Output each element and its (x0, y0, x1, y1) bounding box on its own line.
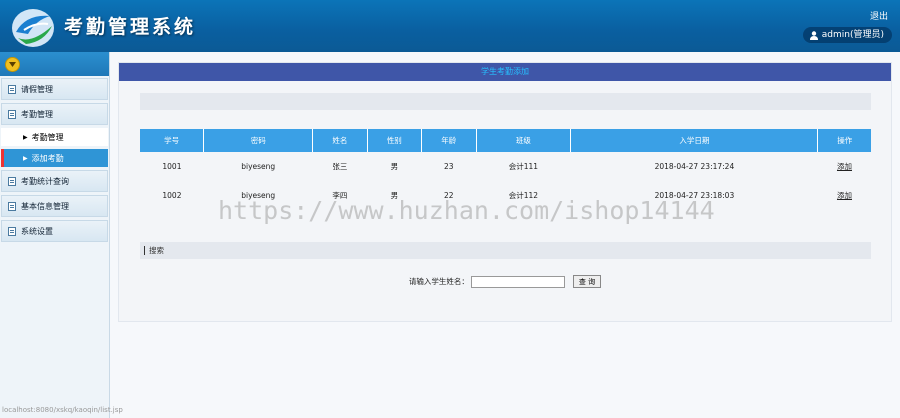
page-title: 学生考勤添加 (119, 63, 891, 81)
sidebar-item-label: 基本信息管理 (21, 201, 69, 211)
sidebar-item-attendance-statistics[interactable]: 考勤统计查询 (1, 170, 108, 192)
cell-name: 张三 (332, 162, 348, 171)
arrow-right-icon: ▶ (23, 154, 28, 162)
cell-class: 会计111 (508, 162, 539, 171)
sidebar-item-leave-management[interactable]: 请假管理 (1, 78, 108, 100)
watermark-text: https://www.huzhan.com/ishop14144 (218, 196, 715, 225)
table-row: 1001 biyeseng 张三 男 23 会计111 2018-04-27 2… (140, 152, 871, 181)
table-header-row: 学号 密码 姓名 性别 年龄 班级 入学日期 操作 (140, 129, 871, 152)
column-header: 学号 (140, 129, 205, 152)
sidebar-item-label: 请假管理 (21, 84, 53, 94)
sidebar-item-basic-info[interactable]: 基本信息管理 (1, 195, 108, 217)
cell-student-id: 1001 (162, 162, 182, 171)
column-header: 操作 (817, 129, 871, 152)
user-badge[interactable]: admin(管理员) (802, 27, 892, 43)
document-icon (8, 84, 16, 94)
sidebar-item-label: 考勤管理 (31, 132, 64, 142)
logo-icon (12, 9, 54, 47)
sidebar-item-attendance-management[interactable]: 考勤管理 (1, 103, 108, 125)
sidebar-item-label: 考勤管理 (21, 109, 53, 119)
sidebar-item-label: 系统设置 (21, 226, 53, 236)
query-button[interactable]: 查 询 (572, 275, 602, 288)
user-icon (809, 30, 818, 40)
column-header: 密码 (203, 129, 314, 152)
column-header: 入学日期 (570, 129, 819, 152)
sidebar-item-label: 添加考勤 (31, 153, 64, 163)
status-bar-url: localhost:8080/xskq/kaoqin/list.jsp (2, 406, 123, 414)
sidebar-item-label: 考勤统计查询 (21, 176, 69, 186)
info-bar (140, 93, 871, 110)
cell-student-id: 1002 (162, 191, 182, 200)
add-link[interactable]: 添加 (837, 162, 852, 171)
chevron-down-icon (9, 62, 16, 67)
sidebar-subitem-attendance-list[interactable]: ▶ 考勤管理 (1, 128, 108, 146)
sidebar-toggle-button[interactable] (5, 57, 20, 72)
document-icon (8, 226, 16, 236)
sidebar-subitem-add-attendance[interactable]: ▶ 添加考勤 (1, 149, 108, 167)
column-header: 姓名 (312, 129, 368, 152)
document-icon (8, 109, 16, 119)
document-icon (8, 176, 16, 186)
cell-gender: 男 (390, 162, 399, 171)
search-section-bar: 搜索 (140, 242, 871, 259)
sidebar: 请假管理 考勤管理 ▶ 考勤管理 ▶ 添加考勤 考勤统计查询 基本信息管理 系统… (0, 52, 110, 418)
cell-action: 添加 (818, 152, 871, 181)
student-name-input[interactable] (470, 275, 565, 288)
app-title: 考勤管理系统 (64, 16, 197, 38)
main-panel: 学生考勤添加 学号 密码 姓名 性别 年龄 班级 入学日期 操作 1001 bi… (118, 62, 892, 322)
column-header: 性别 (367, 129, 423, 152)
column-header: 年龄 (421, 129, 477, 152)
cell-password: biyeseng (241, 162, 276, 171)
logout-link[interactable]: 退出 (870, 9, 888, 22)
user-name: admin(管理员) (821, 30, 884, 40)
sidebar-top-bar (0, 52, 109, 76)
cell-action: 添加 (818, 181, 871, 210)
search-label: 请输入学生姓名： (408, 277, 469, 286)
app-header: 考勤管理系统 退出 admin(管理员) (0, 0, 900, 52)
arrow-right-icon: ▶ (23, 133, 28, 141)
cell-enroll-date: 2018-04-27 23:17:24 (654, 162, 735, 171)
add-link[interactable]: 添加 (837, 191, 852, 200)
column-header: 班级 (476, 129, 572, 152)
sidebar-item-system-settings[interactable]: 系统设置 (1, 220, 108, 242)
search-form: 请输入学生姓名： 查 询 (119, 275, 891, 288)
search-section-label: 搜索 (144, 246, 164, 255)
cell-age: 23 (444, 162, 454, 171)
document-icon (8, 201, 16, 211)
